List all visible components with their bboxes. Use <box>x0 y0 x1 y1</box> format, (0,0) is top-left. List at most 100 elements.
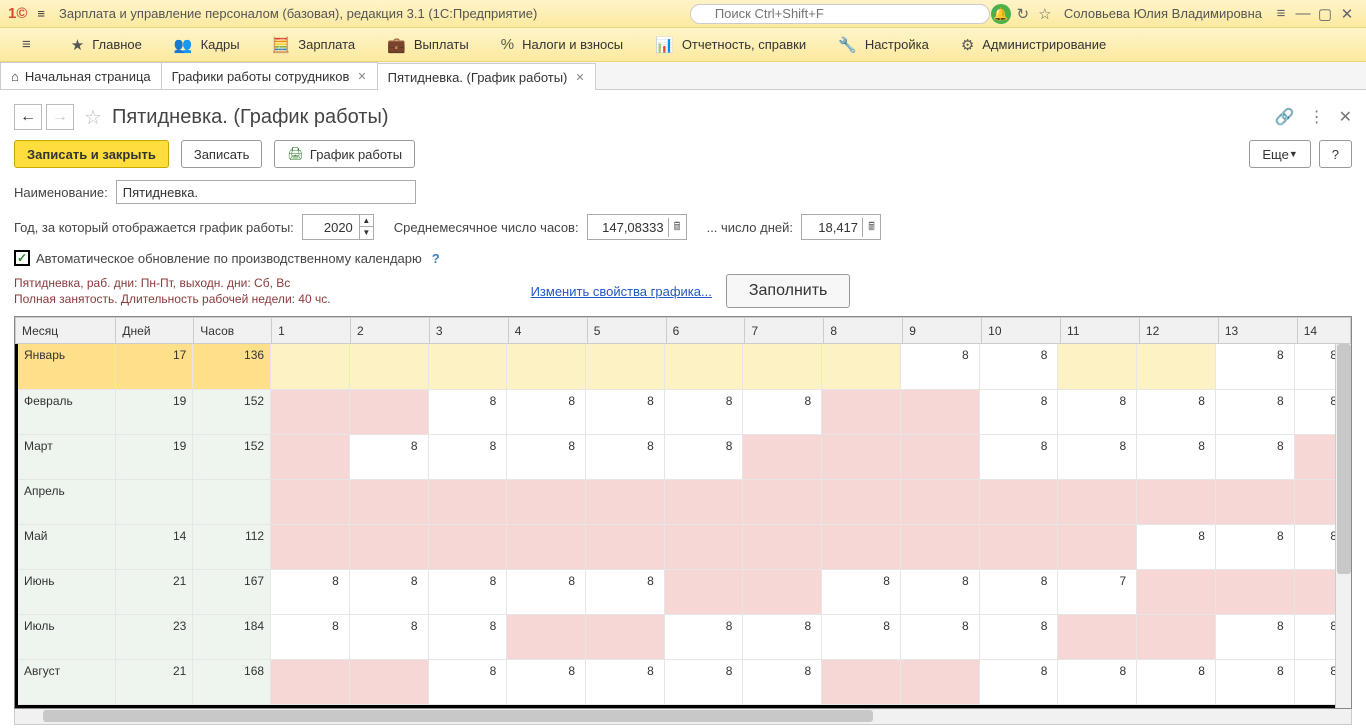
grid-cell[interactable]: 8 <box>1058 389 1137 434</box>
menu-icon[interactable]: ≡ <box>37 6 45 21</box>
vertical-scrollbar[interactable] <box>1335 344 1351 708</box>
more-icon[interactable]: ⋮ <box>1309 107 1325 127</box>
grid-cell[interactable]: Май <box>18 524 115 569</box>
grid-cell[interactable] <box>271 659 350 704</box>
grid-cell[interactable]: 8 <box>1058 659 1137 704</box>
col-header[interactable]: 8 <box>824 318 903 344</box>
nav-back-button[interactable]: ← <box>14 104 42 130</box>
grid-cell[interactable]: 8 <box>271 614 350 659</box>
grid-cell[interactable] <box>507 344 586 389</box>
grid-cell[interactable] <box>507 524 586 569</box>
menu-reports[interactable]: 📊Отчетность, справки <box>639 28 822 62</box>
grid-cell[interactable]: 8 <box>1215 524 1294 569</box>
col-header[interactable]: Часов <box>194 318 272 344</box>
grid-cell[interactable]: 17 <box>115 344 193 389</box>
grid-cell[interactable]: 152 <box>193 434 271 479</box>
grid-cell[interactable] <box>979 524 1058 569</box>
grid-cell[interactable]: 8 <box>507 659 586 704</box>
grid-cell[interactable] <box>1137 479 1216 524</box>
calc-icon[interactable]: 🖩 <box>668 218 686 237</box>
grid-cell[interactable]: 8 <box>900 569 979 614</box>
grid-cell[interactable]: 8 <box>743 389 822 434</box>
grid-cell[interactable]: Январь <box>18 344 115 389</box>
grid-cell[interactable]: 8 <box>507 389 586 434</box>
name-input[interactable] <box>116 180 416 204</box>
grid-cell[interactable]: 168 <box>193 659 271 704</box>
year-down-button[interactable]: ▼ <box>360 227 373 239</box>
grid-cell[interactable]: 21 <box>115 659 193 704</box>
year-input[interactable] <box>303 215 359 239</box>
col-header[interactable]: Месяц <box>16 318 116 344</box>
year-up-button[interactable]: ▲ <box>360 215 373 227</box>
grid-cell[interactable] <box>822 524 901 569</box>
grid-cell[interactable] <box>271 434 350 479</box>
grid-cell[interactable]: 23 <box>115 614 193 659</box>
grid-cell[interactable] <box>115 479 193 524</box>
current-user[interactable]: Соловьева Юлия Владимировна <box>1064 6 1262 21</box>
nav-forward-button[interactable]: → <box>46 104 74 130</box>
tab-schedules[interactable]: Графики работы сотрудников✕ <box>161 62 378 89</box>
grid-cell[interactable]: 8 <box>586 569 665 614</box>
grid-cell[interactable]: 8 <box>979 659 1058 704</box>
grid-cell[interactable] <box>664 569 743 614</box>
col-header[interactable]: 1 <box>272 318 351 344</box>
grid-cell[interactable]: 8 <box>349 569 428 614</box>
edit-properties-link[interactable]: Изменить свойства графика... <box>531 284 712 299</box>
grid-cell[interactable] <box>822 659 901 704</box>
grid-cell[interactable] <box>1058 614 1137 659</box>
grid-cell[interactable] <box>586 614 665 659</box>
grid-cell[interactable] <box>743 479 822 524</box>
grid-cell[interactable] <box>349 479 428 524</box>
grid-cell[interactable]: 8 <box>979 614 1058 659</box>
grid-cell[interactable] <box>1137 614 1216 659</box>
grid-cell[interactable] <box>271 479 350 524</box>
col-header[interactable]: 9 <box>903 318 982 344</box>
grid-cell[interactable]: 8 <box>1215 614 1294 659</box>
close-tab-icon[interactable]: ✕ <box>575 71 584 84</box>
grid-cell[interactable] <box>1058 479 1137 524</box>
grid-cell[interactable]: 8 <box>428 659 507 704</box>
grid-cell[interactable]: 8 <box>507 569 586 614</box>
col-header[interactable]: Дней <box>116 318 194 344</box>
grid-cell[interactable]: 8 <box>1137 389 1216 434</box>
grid-cell[interactable] <box>193 479 271 524</box>
grid-cell[interactable]: Февраль <box>18 389 115 434</box>
grid-cell[interactable]: Апрель <box>18 479 115 524</box>
grid-cell[interactable] <box>900 524 979 569</box>
grid-cell[interactable]: 8 <box>822 569 901 614</box>
link-icon[interactable]: 🔗 <box>1275 107 1295 127</box>
grid-cell[interactable] <box>743 344 822 389</box>
grid-cell[interactable] <box>1215 569 1294 614</box>
horizontal-scrollbar[interactable] <box>14 709 1352 725</box>
grid-cell[interactable] <box>743 524 822 569</box>
grid-cell[interactable]: 8 <box>1137 524 1216 569</box>
grid-cell[interactable]: 8 <box>586 659 665 704</box>
close-window-icon[interactable]: ✕ <box>1336 5 1358 23</box>
grid-cell[interactable] <box>1058 524 1137 569</box>
grid-cell[interactable]: 8 <box>664 614 743 659</box>
grid-cell[interactable]: 8 <box>822 614 901 659</box>
grid-cell[interactable] <box>900 434 979 479</box>
grid-cell[interactable] <box>822 479 901 524</box>
grid-cell[interactable]: 14 <box>115 524 193 569</box>
grid-cell[interactable]: 8 <box>664 659 743 704</box>
avg-hours-input[interactable] <box>588 215 668 239</box>
grid-cell[interactable]: 8 <box>1058 434 1137 479</box>
grid-cell[interactable]: 8 <box>979 434 1058 479</box>
grid-cell[interactable] <box>586 524 665 569</box>
grid-cell[interactable]: 21 <box>115 569 193 614</box>
col-header[interactable]: 3 <box>429 318 508 344</box>
grid-cell[interactable] <box>822 389 901 434</box>
minimize-icon[interactable]: — <box>1292 5 1314 22</box>
favorite-toggle-icon[interactable]: ☆ <box>84 105 102 130</box>
grid-cell[interactable] <box>586 479 665 524</box>
grid-cell[interactable]: 8 <box>900 344 979 389</box>
grid-cell[interactable]: 8 <box>743 659 822 704</box>
grid-cell[interactable]: Июль <box>18 614 115 659</box>
grid-cell[interactable] <box>271 389 350 434</box>
grid-cell[interactable]: 8 <box>428 569 507 614</box>
grid-cell[interactable]: 8 <box>428 614 507 659</box>
grid-cell[interactable]: 8 <box>664 434 743 479</box>
tab-home[interactable]: ⌂Начальная страница <box>0 62 162 89</box>
more-button[interactable]: Еще ▼ <box>1249 140 1310 168</box>
